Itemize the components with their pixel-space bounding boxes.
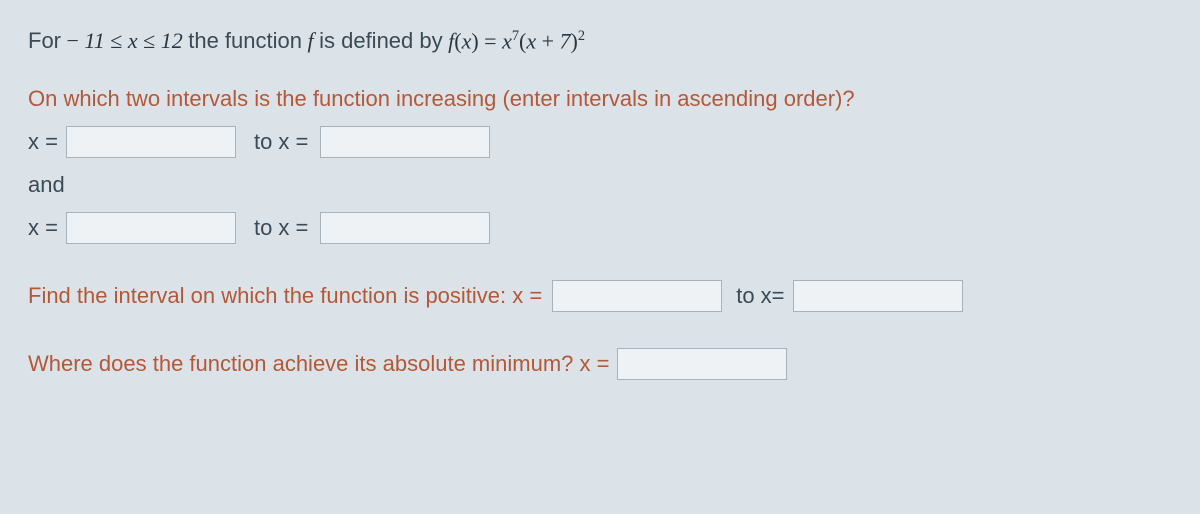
interval-1-start-input[interactable] <box>66 126 236 158</box>
interval-1-row: x = to x = <box>28 126 1172 158</box>
problem-statement: For − 11 ≤ x ≤ 12 the function f is defi… <box>28 28 1172 54</box>
interval-2-end-input[interactable] <box>320 212 490 244</box>
problem-mid: the function <box>188 28 302 54</box>
fn-name: f <box>302 28 319 54</box>
to-x-eq-label-1a: to x = <box>254 129 308 155</box>
to-x-eq-label-1b: to x = <box>254 215 308 241</box>
interval-2-start-input[interactable] <box>66 212 236 244</box>
q3-row: Where does the function achieve its abso… <box>28 348 1172 380</box>
positive-interval-end-input[interactable] <box>793 280 963 312</box>
interval-1-end-input[interactable] <box>320 126 490 158</box>
and-label: and <box>28 172 1172 198</box>
exponent-7: 7 <box>512 28 519 44</box>
domain-math: − 11 ≤ x ≤ 12 <box>61 28 188 54</box>
q1-text: On which two intervals is the function i… <box>28 86 1172 112</box>
q3-text: Where does the function achieve its abso… <box>28 351 609 377</box>
interval-2-row: x = to x = <box>28 212 1172 244</box>
problem-mid2: is defined by <box>319 28 443 54</box>
equation: f(x) = x7(x + 7)2 <box>443 28 585 54</box>
q2-row: Find the interval on which the function … <box>28 280 1172 312</box>
q2-text: Find the interval on which the function … <box>28 283 542 309</box>
problem-prefix: For <box>28 28 61 54</box>
x-eq-label-1a: x = <box>28 129 58 155</box>
exponent-2: 2 <box>578 28 585 44</box>
absolute-min-input[interactable] <box>617 348 787 380</box>
x-eq-label-1b: x = <box>28 215 58 241</box>
positive-interval-start-input[interactable] <box>552 280 722 312</box>
to-x-eq-label-2: to x= <box>736 283 784 309</box>
